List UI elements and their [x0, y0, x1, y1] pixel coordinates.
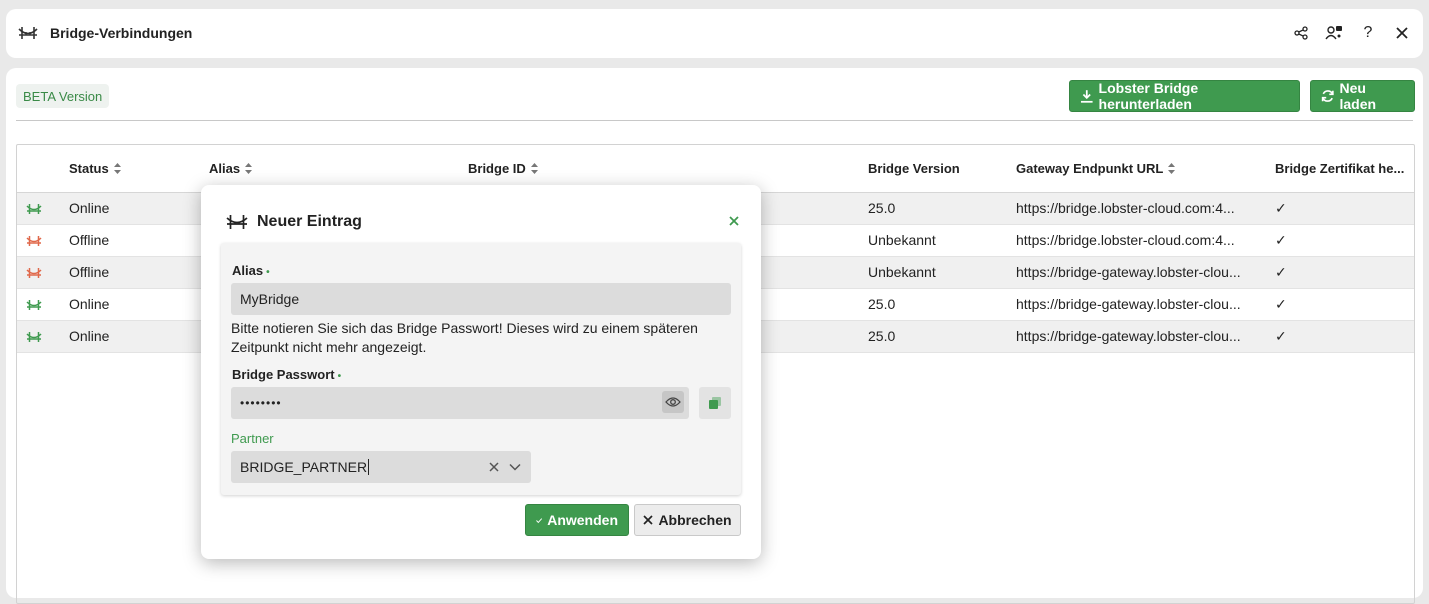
bridge-online-icon — [26, 204, 42, 214]
row-version: Unbekannt — [868, 232, 936, 248]
partner-label: Partner — [231, 431, 274, 446]
row-status: Offline — [69, 264, 110, 280]
close-window-button[interactable] — [1392, 23, 1412, 43]
row-url: https://bridge.lobster-cloud.com:4... — [1016, 232, 1235, 248]
refresh-icon — [1321, 90, 1334, 102]
column-header-gateway-url[interactable]: Gateway Endpunkt URL — [1016, 161, 1176, 176]
column-header-bridge-version[interactable]: Bridge Version — [868, 161, 960, 176]
beta-badge: BETA Version — [16, 84, 110, 108]
eye-icon — [665, 397, 681, 407]
row-status: Online — [69, 328, 110, 344]
password-label: Bridge Passwort • — [232, 367, 342, 382]
check-icon: ✓ — [1275, 264, 1287, 280]
text-cursor — [368, 459, 370, 475]
download-button-label: Lobster Bridge herunterladen — [1098, 80, 1199, 112]
chevron-down-icon[interactable] — [509, 463, 521, 471]
row-status: Online — [69, 296, 110, 312]
bridge-icon — [18, 27, 38, 39]
row-version: 25.0 — [868, 296, 896, 312]
apply-button-label: Anwenden — [547, 512, 618, 528]
copy-icon — [709, 397, 721, 409]
sort-icon — [530, 163, 538, 174]
row-status: Online — [69, 200, 110, 216]
reload-button-label: Neu laden — [1339, 80, 1377, 112]
user-group-icon — [1325, 26, 1342, 40]
share-icon — [1294, 26, 1308, 40]
share-button[interactable] — [1291, 23, 1311, 43]
row-url: https://bridge.lobster-cloud.com:4... — [1016, 200, 1235, 216]
download-bridge-button[interactable]: Lobster Bridge herunterladen — [1069, 80, 1300, 112]
column-header-bridge-id[interactable]: Bridge ID — [468, 161, 538, 176]
divider — [16, 120, 1413, 121]
row-version: 25.0 — [868, 328, 896, 344]
row-version: 25.0 — [868, 200, 896, 216]
alias-input[interactable]: MyBridge — [231, 283, 731, 315]
row-status: Offline — [69, 232, 110, 248]
row-version: Unbekannt — [868, 264, 936, 280]
check-icon: ✓ — [1275, 296, 1287, 312]
new-entry-dialog: Neuer Eintrag Alias • MyBridge Bitte noti… — [201, 185, 761, 559]
column-header-alias[interactable]: Alias — [209, 161, 253, 176]
password-hint: Bitte notieren Sie sich das Bridge Passw… — [231, 320, 698, 355]
clear-icon[interactable] — [489, 462, 499, 472]
required-indicator: • — [266, 267, 270, 278]
check-icon — [536, 517, 543, 523]
column-header-status[interactable]: Status — [69, 161, 121, 176]
help-button[interactable]: ? — [1358, 23, 1378, 43]
sort-icon — [245, 163, 253, 174]
download-icon — [1080, 90, 1093, 103]
column-header-certificate[interactable]: Bridge Zertifikat he... — [1275, 161, 1404, 176]
close-icon[interactable] — [727, 214, 741, 228]
users-button[interactable] — [1324, 23, 1344, 43]
cancel-button[interactable]: Abbrechen — [634, 504, 741, 536]
close-icon — [643, 515, 654, 525]
sort-icon — [1168, 163, 1176, 174]
bridge-offline-icon — [26, 268, 42, 278]
alias-label: Alias • — [232, 263, 270, 278]
row-url: https://bridge-gateway.lobster-clou... — [1016, 264, 1241, 280]
bridge-offline-icon — [26, 236, 42, 246]
copy-password-button[interactable] — [699, 387, 731, 419]
show-password-button[interactable] — [662, 391, 684, 413]
entry-form: Alias • MyBridge Bitte notieren Sie sich … — [221, 243, 741, 495]
title-bar: Bridge-Verbindungen ? — [6, 9, 1423, 58]
close-icon — [1396, 27, 1408, 39]
bridge-online-icon — [26, 300, 42, 310]
bridge-online-icon — [26, 332, 42, 342]
check-icon: ✓ — [1275, 200, 1287, 216]
required-indicator: • — [337, 371, 342, 382]
check-icon: ✓ — [1275, 328, 1287, 344]
reload-button[interactable]: Neu laden — [1310, 80, 1415, 112]
window-title: Bridge-Verbindungen — [50, 25, 193, 41]
cancel-button-label: Abbrechen — [658, 512, 732, 528]
row-url: https://bridge-gateway.lobster-clou... — [1016, 296, 1241, 312]
dialog-title: Neuer Eintrag — [257, 213, 362, 230]
row-url: https://bridge-gateway.lobster-clou... — [1016, 328, 1241, 344]
check-icon: ✓ — [1275, 232, 1287, 248]
password-input[interactable]: •••••••• — [231, 387, 689, 419]
partner-select[interactable]: BRIDGE_PARTNER — [231, 451, 531, 483]
sort-icon — [113, 163, 121, 174]
apply-button[interactable]: Anwenden — [525, 504, 629, 536]
bridge-icon — [226, 215, 248, 229]
